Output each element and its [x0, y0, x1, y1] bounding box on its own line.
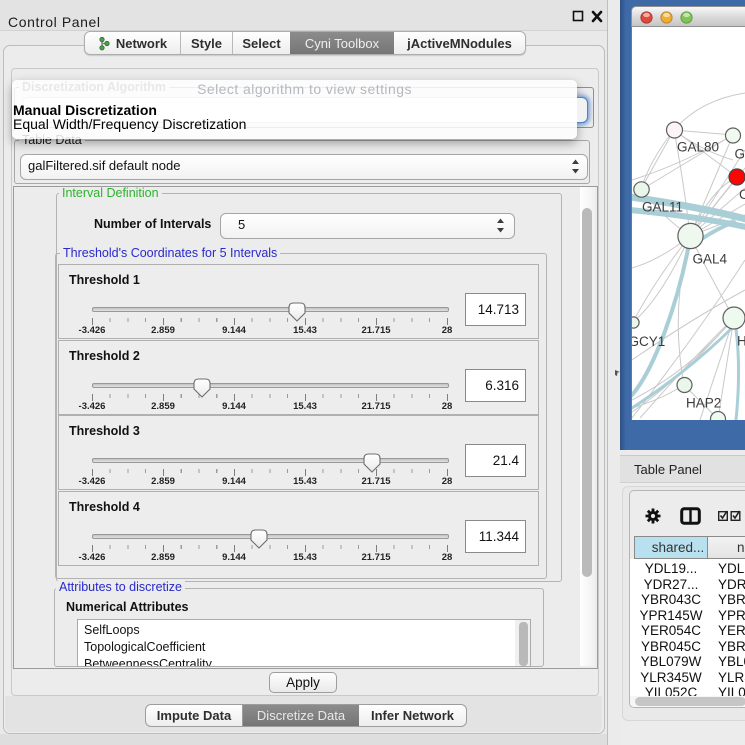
svg-text:G.: G.: [735, 147, 745, 162]
svg-text:GAL4: GAL4: [693, 252, 728, 267]
svg-text:C.: C.: [739, 187, 745, 202]
svg-text:H: H: [737, 334, 745, 349]
svg-text:GAL11: GAL11: [642, 200, 683, 215]
svg-text:HAP2: HAP2: [686, 396, 721, 411]
svg-text:GAL80: GAL80: [677, 140, 719, 155]
svg-text:GCY1: GCY1: [632, 334, 665, 349]
